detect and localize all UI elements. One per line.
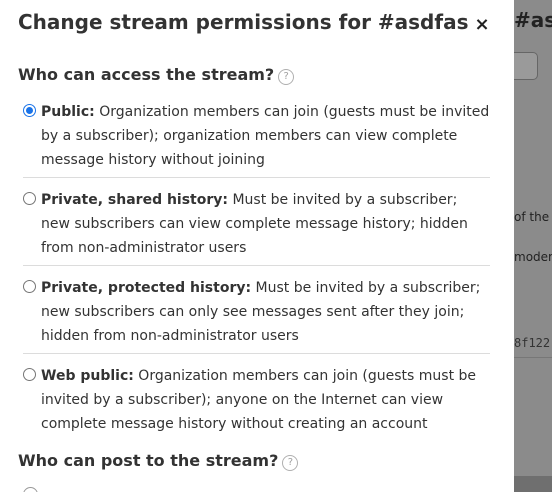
access-option-title: Web public: bbox=[41, 368, 134, 384]
help-icon[interactable]: ? bbox=[278, 69, 295, 85]
post-section-label-text: Who can post to the stream? bbox=[18, 451, 279, 470]
access-option-web-public-text: Web public: Organization members can joi… bbox=[23, 364, 490, 436]
background-divider bbox=[514, 357, 552, 358]
background-stream-title: #ase bbox=[514, 8, 552, 32]
background-hash: 8f122 bbox=[514, 336, 551, 350]
radio-post-first-option[interactable] bbox=[23, 487, 38, 492]
background-footer bbox=[514, 476, 552, 492]
access-option-private-shared[interactable]: Private, shared history: Must be invited… bbox=[23, 188, 490, 266]
access-option-title: Private, protected history: bbox=[41, 280, 252, 296]
access-option-public-text: Public: Organization members can join (g… bbox=[23, 100, 490, 172]
access-section-label: Who can access the stream?? bbox=[18, 65, 295, 85]
close-icon: × bbox=[474, 14, 490, 35]
help-icon[interactable]: ? bbox=[282, 455, 299, 471]
access-option-public[interactable]: Public: Organization members can join (g… bbox=[23, 100, 490, 178]
background-text-line-2: moder bbox=[514, 250, 552, 264]
radio-web-public[interactable] bbox=[23, 368, 36, 381]
access-option-private-shared-text: Private, shared history: Must be invited… bbox=[23, 188, 490, 260]
access-option-description: Organization members can join (guests mu… bbox=[41, 104, 490, 168]
radio-public[interactable] bbox=[23, 104, 36, 117]
post-section-label: Who can post to the stream?? bbox=[18, 451, 299, 471]
access-option-private-protected[interactable]: Private, protected history: Must be invi… bbox=[23, 276, 490, 354]
radio-private-shared[interactable] bbox=[23, 192, 36, 205]
modal-title: Change stream permissions for #asdfas bbox=[18, 10, 469, 34]
access-option-private-protected-text: Private, protected history: Must be invi… bbox=[23, 276, 490, 348]
access-option-web-public[interactable]: Web public: Organization members can joi… bbox=[23, 364, 490, 438]
access-section-label-text: Who can access the stream? bbox=[18, 65, 275, 84]
stream-permissions-modal: Change stream permissions for #asdfas × … bbox=[0, 0, 514, 492]
close-button[interactable]: × bbox=[470, 12, 494, 38]
access-option-title: Private, shared history: bbox=[41, 192, 228, 208]
access-option-title: Public: bbox=[41, 104, 95, 120]
radio-private-protected[interactable] bbox=[23, 280, 36, 293]
background-text-line-1: of the o bbox=[514, 210, 552, 224]
